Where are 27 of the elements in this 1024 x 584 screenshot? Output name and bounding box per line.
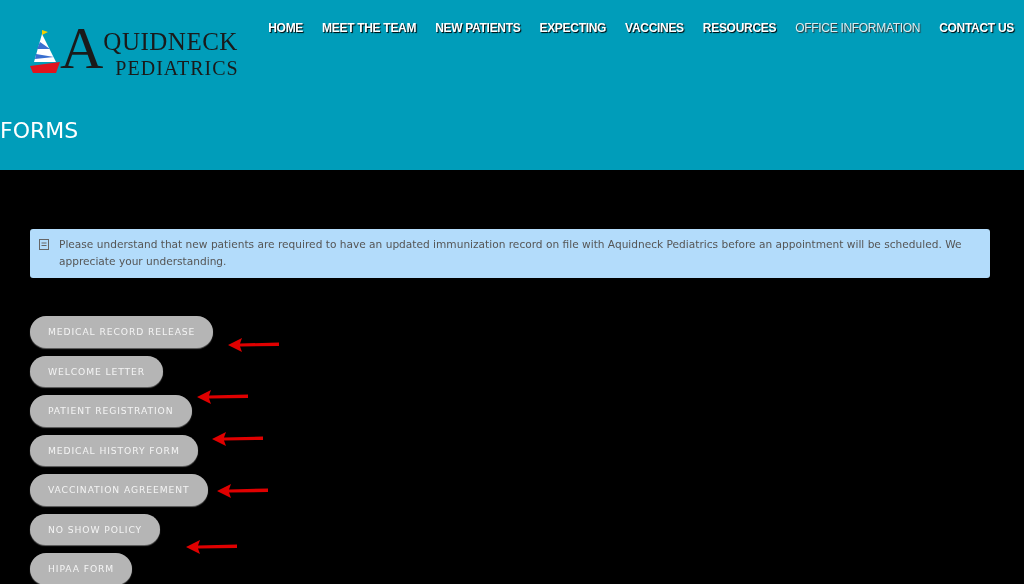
arrow-annotation	[186, 540, 238, 554]
form-button[interactable]: HIPAA FORM	[30, 553, 133, 584]
sailboat-icon	[30, 30, 60, 74]
nav-link[interactable]: OFFICE INFORMATION	[795, 21, 921, 35]
nav-link[interactable]: VACCINES	[625, 21, 684, 35]
page-title: FORMS	[0, 119, 79, 144]
form-button[interactable]: WELCOME LETTER	[30, 355, 164, 387]
form-button[interactable]: NO SHOW POLICY	[30, 513, 161, 545]
logo-name: QUIDNECK	[103, 29, 238, 54]
form-button[interactable]: MEDICAL RECORD RELEASE	[30, 316, 214, 348]
nav-link[interactable]: MEET THE TEAM	[322, 21, 417, 35]
form-button[interactable]: VACCINATION AGREEMENT	[30, 474, 208, 506]
logo-subtitle: PEDIATRICS	[115, 58, 239, 78]
nav-link[interactable]: CONTACT US	[939, 21, 1014, 35]
arrow-annotation	[217, 484, 269, 498]
form-button[interactable]: PATIENT REGISTRATION	[30, 395, 192, 427]
arrow-annotation	[228, 338, 280, 352]
notice-text: Please understand that new patients are required to have an updated immunization record on file with Aquidneck Pediatrics before an appointment will be scheduled. We appreciate your understanding.	[59, 237, 963, 269]
arrow-annotation	[212, 432, 264, 446]
nav-link[interactable]: NEW PATIENTS	[435, 21, 521, 35]
note-icon	[39, 239, 49, 250]
logo-letter: A	[60, 18, 104, 78]
nav-link[interactable]: EXPECTING	[539, 21, 607, 35]
arrow-annotation	[197, 390, 249, 404]
form-button[interactable]: MEDICAL HISTORY FORM	[30, 434, 198, 466]
nav-link[interactable]: HOME	[268, 21, 304, 35]
nav-link[interactable]: RESOURCES	[702, 21, 777, 35]
